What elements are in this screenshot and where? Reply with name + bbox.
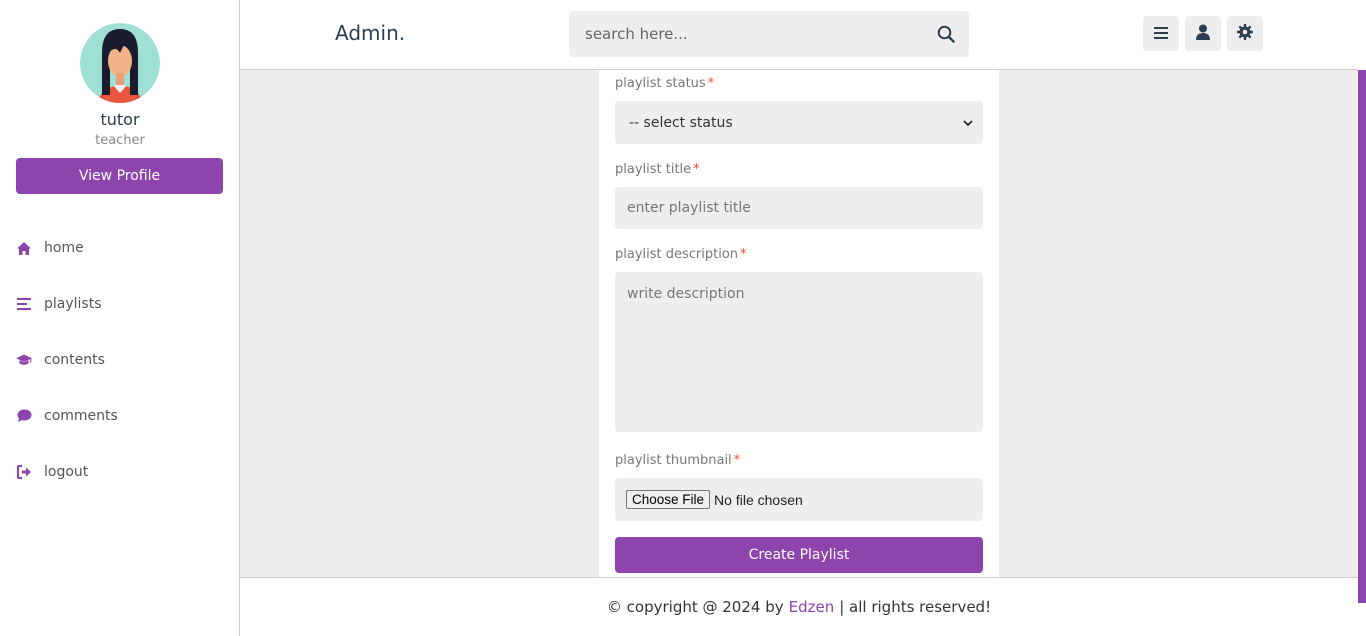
choose-file-button[interactable]: Choose File (626, 490, 711, 509)
settings-button[interactable] (1227, 16, 1263, 51)
graduation-cap-icon (16, 352, 32, 368)
sidebar-item-logout[interactable]: logout (16, 460, 88, 484)
required-mark: * (693, 162, 700, 177)
settings-icon (1237, 23, 1253, 44)
sidebar-item-label: contents (44, 352, 105, 368)
footer-brand-link[interactable]: Edzen (789, 598, 835, 616)
create-playlist-button[interactable]: Create Playlist (615, 537, 983, 573)
file-status-text: No file chosen (714, 491, 803, 508)
chevron-down-icon (963, 115, 973, 131)
create-playlist-form: playlist status * -- select status playli… (599, 70, 999, 577)
required-mark: * (707, 76, 715, 91)
sidebar: tutor teacher View Profile home playlist… (0, 0, 240, 636)
search-icon[interactable] (923, 11, 969, 57)
playlist-thumbnail-label: playlist thumbnail * (615, 453, 741, 468)
sidebar-item-home[interactable]: home (16, 236, 84, 260)
required-mark: * (740, 247, 747, 262)
bars-icon (16, 296, 32, 312)
avatar[interactable] (80, 23, 160, 103)
playlist-title-label: playlist title * (615, 162, 700, 177)
playlist-title-input[interactable]: enter playlist title (615, 187, 983, 229)
sidebar-item-label: playlists (44, 296, 102, 312)
sidebar-item-label: logout (44, 464, 89, 480)
header: Admin. (240, 0, 1358, 70)
logout-icon (16, 464, 32, 480)
user-icon (1196, 24, 1210, 44)
menu-icon (1154, 24, 1168, 43)
required-mark: * (733, 453, 741, 468)
comment-icon (16, 408, 32, 424)
playlist-description-label: playlist description * (615, 247, 747, 262)
footer-rights: | all rights reserved! (839, 598, 992, 616)
sidebar-item-comments[interactable]: comments (16, 404, 118, 428)
selected-status: -- select status (629, 114, 733, 131)
profile-role: teacher (95, 133, 145, 148)
playlist-status-select[interactable]: -- select status (615, 101, 983, 144)
search-bar (569, 11, 969, 57)
profile-name: tutor (100, 110, 140, 129)
footer: © copyright @ 2024 by Edzen | all rights… (240, 577, 1358, 636)
playlist-description-textarea[interactable]: write description (615, 272, 983, 432)
playlist-status-label: playlist status * (615, 76, 715, 91)
sidebar-item-label: comments (44, 408, 118, 424)
view-profile-button[interactable]: View Profile (16, 158, 223, 194)
avatar-image (80, 23, 160, 103)
sidebar-item-playlists[interactable]: playlists (16, 292, 102, 316)
user-button[interactable] (1185, 16, 1221, 51)
menu-button[interactable] (1143, 16, 1179, 51)
logo[interactable]: Admin. (335, 21, 405, 45)
search-input[interactable] (569, 11, 923, 57)
footer-copyright: © copyright @ 2024 by (606, 598, 784, 616)
home-icon (16, 240, 32, 256)
sidebar-item-contents[interactable]: contents (16, 348, 105, 372)
playlist-thumbnail-file-input: Choose File No file chosen (615, 478, 983, 521)
scrollbar-thumb[interactable] (1358, 70, 1366, 603)
sidebar-item-label: home (44, 240, 84, 256)
